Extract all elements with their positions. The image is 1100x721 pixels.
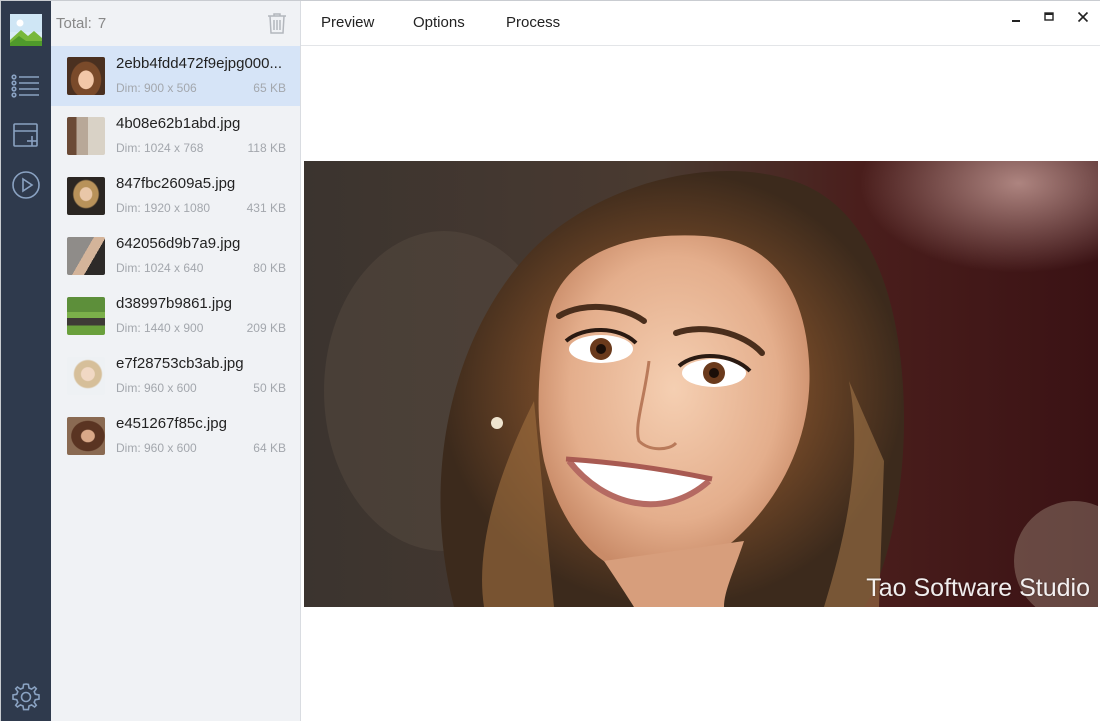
file-name: 847fbc2609a5.jpg <box>116 175 236 192</box>
add-panel-icon[interactable] <box>10 120 42 152</box>
preview-photo <box>304 161 1098 607</box>
file-list-panel: Total: 7 2ebb4fdd472f9ejpg000... Dim: 900… <box>51 1 301 721</box>
file-thumbnail <box>67 297 105 335</box>
list-icon[interactable] <box>10 70 42 102</box>
file-dimensions: Dim: 1440 x 900 <box>116 321 204 335</box>
file-thumbnail <box>67 117 105 155</box>
file-dimensions: Dim: 1024 x 768 <box>116 141 204 155</box>
tab-options[interactable]: Options <box>413 14 465 31</box>
watermark-text: Tao Software Studio <box>866 574 1090 602</box>
main-area: Preview Options Process Tao Software Stu… <box>301 1 1100 721</box>
total-counter: Total: 7 <box>56 15 106 32</box>
file-list-item[interactable]: e7f28753cb3ab.jpg Dim: 960 x 600 50 KB <box>51 346 300 406</box>
tab-process[interactable]: Process <box>506 14 560 31</box>
file-thumbnail <box>67 417 105 455</box>
total-count: 7 <box>97 15 107 32</box>
file-thumbnail <box>67 177 105 215</box>
file-size: 80 KB <box>253 261 286 275</box>
file-dimensions: Dim: 960 x 600 <box>116 381 197 395</box>
file-thumbnail <box>67 237 105 275</box>
file-name: 642056d9b7a9.jpg <box>116 235 241 252</box>
file-list-item[interactable]: 642056d9b7a9.jpg Dim: 1024 x 640 80 KB <box>51 226 300 286</box>
close-icon[interactable] <box>1073 8 1093 26</box>
file-dimensions: Dim: 1920 x 1080 <box>116 201 211 215</box>
file-list-item[interactable]: 2ebb4fdd472f9ejpg000... Dim: 900 x 506 6… <box>51 46 300 106</box>
file-size: 209 KB <box>246 321 286 335</box>
file-size: 431 KB <box>246 201 286 215</box>
file-list-item[interactable]: 847fbc2609a5.jpg Dim: 1920 x 1080 431 KB <box>51 166 300 226</box>
tab-bar: Preview Options Process <box>301 1 1100 46</box>
trash-icon[interactable] <box>266 12 288 34</box>
left-rail <box>1 1 51 721</box>
play-circle-icon[interactable] <box>10 169 42 201</box>
file-list-item[interactable]: d38997b9861.jpg Dim: 1440 x 900 209 KB <box>51 286 300 346</box>
file-list-item[interactable]: 4b08e62b1abd.jpg Dim: 1024 x 768 118 KB <box>51 106 300 166</box>
list-header: Total: 7 <box>51 1 301 45</box>
image-preview: Tao Software Studio <box>304 161 1098 607</box>
minimize-icon[interactable] <box>1006 8 1026 26</box>
file-thumbnail <box>67 57 105 95</box>
tab-preview[interactable]: Preview <box>321 14 374 31</box>
total-label: Total: <box>56 15 92 32</box>
app-window: Total: 7 2ebb4fdd472f9ejpg000... Dim: 900… <box>0 0 1100 721</box>
file-size: 118 KB <box>247 141 286 155</box>
gear-icon[interactable] <box>10 681 42 713</box>
file-size: 50 KB <box>253 381 286 395</box>
file-size: 65 KB <box>253 81 286 95</box>
file-dimensions: Dim: 1024 x 640 <box>116 261 204 275</box>
file-name: e7f28753cb3ab.jpg <box>116 355 244 372</box>
file-dimensions: Dim: 960 x 600 <box>116 441 197 455</box>
file-name: 2ebb4fdd472f9ejpg000... <box>116 55 282 72</box>
file-name: 4b08e62b1abd.jpg <box>116 115 241 132</box>
file-thumbnail <box>67 357 105 395</box>
file-size: 64 KB <box>253 441 286 455</box>
maximize-icon[interactable] <box>1039 8 1059 26</box>
file-name: e451267f85c.jpg <box>116 415 227 432</box>
file-name: d38997b9861.jpg <box>116 295 232 312</box>
file-dimensions: Dim: 900 x 506 <box>116 81 197 95</box>
file-list-item[interactable]: e451267f85c.jpg Dim: 960 x 600 64 KB <box>51 406 300 466</box>
image-app-logo-icon <box>10 14 42 46</box>
